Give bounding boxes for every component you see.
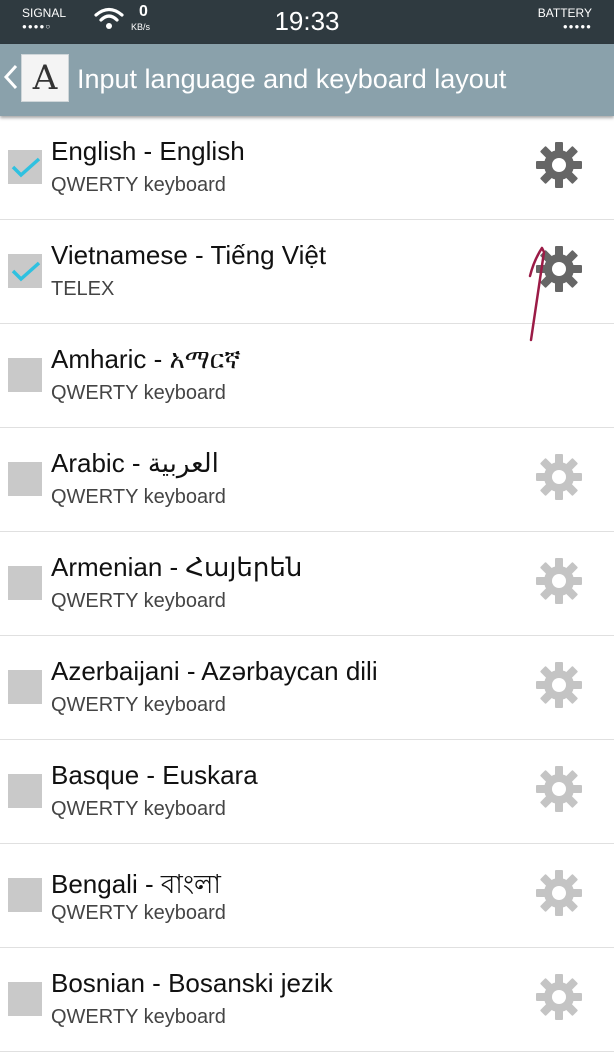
- status-bar: SIGNAL ●●●●○ 0 KB/s 19:33 BATTERY ●●●●●: [0, 0, 614, 44]
- language-name: Vietnamese - Tiếng Việt: [51, 240, 327, 270]
- keyboard-layout-name: QWERTY keyboard: [51, 590, 226, 612]
- keyboard-layout-name: QWERTY keyboard: [51, 174, 226, 196]
- language-checkbox[interactable]: [8, 254, 42, 288]
- battery-level: ●●●●●: [562, 22, 592, 31]
- clock: 19:33: [274, 6, 340, 36]
- page-title: Input language and keyboard layout: [77, 64, 507, 94]
- language-row[interactable]: Armenian - Հայերեն QWERTY keyboard: [0, 532, 614, 636]
- language-checkbox[interactable]: [8, 150, 42, 184]
- language-name: Armenian - Հայերեն: [51, 552, 303, 582]
- language-checkbox[interactable]: [8, 462, 42, 496]
- checkmark-icon: [11, 157, 41, 178]
- language-checkbox[interactable]: [8, 878, 42, 912]
- language-checkbox[interactable]: [8, 982, 42, 1016]
- keyboard-layout-name: QWERTY keyboard: [51, 902, 226, 924]
- keyboard-layout-name: QWERTY keyboard: [51, 694, 226, 716]
- language-row[interactable]: Azerbaijani - Azərbaycan dili QWERTY keyb…: [0, 636, 614, 740]
- language-name: Amharic - አማርኛ: [51, 344, 241, 374]
- app-logo: A: [21, 54, 69, 102]
- language-checkbox[interactable]: [8, 670, 42, 704]
- gear-icon[interactable]: [534, 660, 584, 710]
- language-row[interactable]: Arabic - العربية QWERTY keyboard: [0, 428, 614, 532]
- checkmark-icon: [11, 261, 41, 282]
- keyboard-layout-name: TELEX: [51, 278, 115, 300]
- language-row[interactable]: Basque - Euskara QWERTY keyboard: [0, 740, 614, 844]
- gear-icon[interactable]: [534, 972, 584, 1022]
- language-name: Arabic - العربية: [51, 448, 219, 478]
- gear-icon[interactable]: [534, 556, 584, 606]
- handwritten-annotation: [528, 246, 546, 342]
- gear-icon[interactable]: [534, 452, 584, 502]
- gear-icon[interactable]: [534, 868, 584, 918]
- battery-label: BATTERY: [537, 6, 592, 20]
- keyboard-layout-name: QWERTY keyboard: [51, 1006, 226, 1028]
- keyboard-layout-name: QWERTY keyboard: [51, 486, 226, 508]
- language-checkbox[interactable]: [8, 774, 42, 808]
- language-row[interactable]: Bengali - বাংলা QWERTY keyboard: [0, 844, 614, 948]
- back-chevron-icon[interactable]: [2, 60, 20, 94]
- gear-icon[interactable]: [534, 764, 584, 814]
- language-row[interactable]: Bosnian - Bosanski jezik QWERTY keyboard: [0, 948, 614, 1052]
- language-checkbox[interactable]: [8, 566, 42, 600]
- language-name: Bosnian - Bosanski jezik: [51, 968, 333, 998]
- language-row[interactable]: English - English QWERTY keyboard: [0, 116, 614, 220]
- language-name: Basque - Euskara: [51, 760, 258, 790]
- app-header: A Input language and keyboard layout: [0, 44, 614, 116]
- keyboard-layout-name: QWERTY keyboard: [51, 382, 226, 404]
- keyboard-layout-name: QWERTY keyboard: [51, 798, 226, 820]
- language-checkbox[interactable]: [8, 358, 42, 392]
- language-name: English - English: [51, 136, 245, 166]
- gear-icon[interactable]: [534, 140, 584, 190]
- language-name: Azerbaijani - Azərbaycan dili: [51, 656, 378, 686]
